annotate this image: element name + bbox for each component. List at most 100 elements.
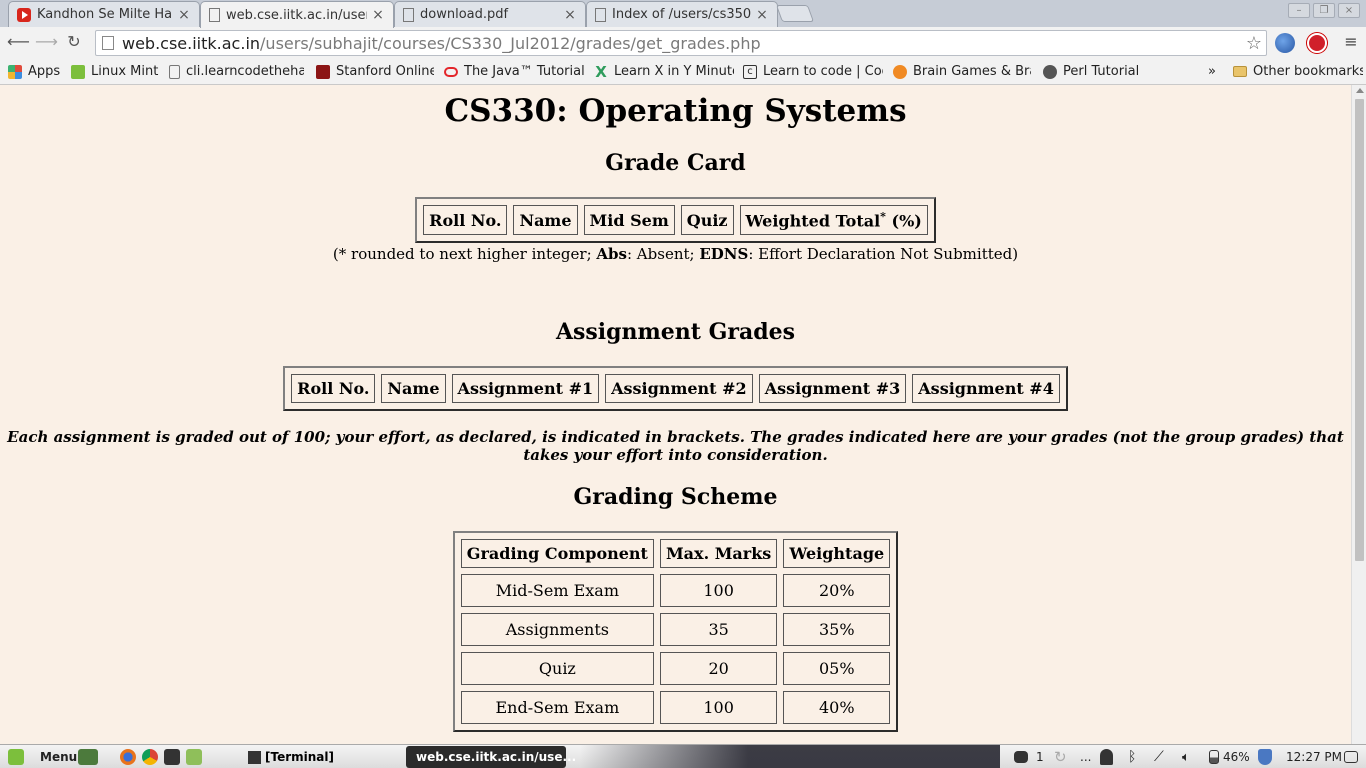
show-desktop-button[interactable] <box>78 747 102 767</box>
hamburger-menu-icon[interactable]: ≡ <box>1342 33 1360 51</box>
bookmark-brain-games[interactable]: Brain Games & Brai <box>893 62 1031 81</box>
vertical-scrollbar[interactable] <box>1351 85 1366 744</box>
close-icon[interactable]: × <box>371 7 385 23</box>
bookmark-learn-to-code[interactable]: c Learn to code | Cod <box>743 62 883 81</box>
bookmarks-overflow-button[interactable]: » <box>1208 62 1220 81</box>
back-button[interactable]: ⟵ <box>7 32 30 52</box>
table-row: Mid-Sem Exam 100 20% <box>460 574 891 607</box>
grading-scheme-heading: Grading Scheme <box>573 484 778 510</box>
new-tab-button[interactable] <box>775 5 815 22</box>
table-cell: Assignments <box>460 613 654 646</box>
stanford-icon <box>316 64 330 79</box>
power-extension-icon[interactable] <box>1307 33 1327 53</box>
column-header: Assignment #1 <box>451 374 600 403</box>
tab-youtube[interactable]: Kandhon Se Milte Hain × <box>8 1 200 27</box>
battery-applet[interactable]: 46% <box>1209 747 1250 767</box>
bookmark-label: Other bookmarks <box>1253 64 1363 79</box>
notifications-applet[interactable]: 1 <box>1014 747 1044 767</box>
table-cell: 35 <box>659 613 778 646</box>
window-label: [Terminal] <box>265 750 334 764</box>
update-applet[interactable]: ↻ <box>1054 747 1067 767</box>
column-header: Name <box>513 205 578 236</box>
bookmark-java-tutorials[interactable]: The Java™ Tutorials <box>444 62 584 81</box>
start-menu-button[interactable]: Menu <box>8 747 77 767</box>
launcher-terminal[interactable] <box>164 747 184 767</box>
tab-strip: Kandhon Se Milte Hain × web.cse.iitk.ac.… <box>0 0 1366 28</box>
network-applet[interactable]: ⟋ <box>1154 747 1164 767</box>
address-bar[interactable]: web.cse.iitk.ac.in/users/subhajit/course… <box>95 30 1267 56</box>
column-header: Assignment #2 <box>605 374 753 403</box>
volume-applet[interactable]: 🔈︎ <box>1182 747 1190 767</box>
header-suffix: (%) <box>891 211 922 231</box>
bookmark-star-icon[interactable]: ☆ <box>1246 33 1262 54</box>
taskbar-window-chrome[interactable]: web.cse.iitk.ac.in/use... <box>406 746 576 768</box>
page-icon <box>595 7 606 22</box>
bookmark-apps[interactable]: Apps <box>8 62 63 81</box>
bookmark-label: Apps <box>28 64 61 79</box>
table-row: End-Sem Exam 100 40% <box>460 691 891 724</box>
page-icon <box>169 64 180 79</box>
launcher-files[interactable] <box>186 747 206 767</box>
minimize-button[interactable]: – <box>1288 3 1310 18</box>
lumosity-icon <box>893 64 907 79</box>
close-icon[interactable]: × <box>177 7 191 23</box>
bookmark-label: cli.learncodethehar <box>186 64 304 79</box>
taskbar-window-terminal[interactable]: [Terminal] <box>242 746 402 768</box>
close-icon[interactable]: × <box>563 7 577 23</box>
user-icon <box>1100 749 1113 765</box>
close-icon[interactable]: × <box>755 7 769 23</box>
bookmark-perl-tutorial[interactable]: Perl Tutorial <box>1043 62 1143 81</box>
launcher-firefox[interactable] <box>120 747 140 767</box>
taskbar-wallpaper-strip <box>580 745 1000 768</box>
column-header: Grading Component <box>460 539 654 568</box>
user-applet[interactable] <box>1100 747 1117 767</box>
assignment-note: Each assignment is graded out of 100; yo… <box>7 428 1344 464</box>
scrollbar-thumb[interactable] <box>1355 99 1364 561</box>
chrome-icon <box>142 749 158 765</box>
scroll-up-arrow-icon[interactable] <box>1356 88 1364 93</box>
windows-icon <box>1344 751 1358 763</box>
page-viewport: CS330: Operating Systems Grade Card Roll… <box>0 85 1351 744</box>
browser-toolbar: ⟵ ⟶ ↻ web.cse.iitk.ac.in/users/subhajit/… <box>0 27 1366 58</box>
grading-scheme-table: Grading Component Max. Marks Weightage M… <box>452 531 899 732</box>
note-key: EDNS <box>699 245 749 263</box>
other-bookmarks-folder[interactable]: Other bookmarks <box>1233 62 1363 81</box>
close-window-button[interactable]: × <box>1338 3 1360 18</box>
overflow-applet[interactable]: ... <box>1080 747 1091 767</box>
clock-applet[interactable]: 12:27 PM <box>1286 747 1342 767</box>
bookmark-label: Learn X in Y Minute <box>614 64 734 79</box>
bookmark-stanford-online[interactable]: Stanford Online <box>316 62 434 81</box>
tab-grades[interactable]: web.cse.iitk.ac.in/users/ × <box>200 1 394 28</box>
tab-download-pdf[interactable]: download.pdf × <box>394 1 586 27</box>
column-header: Roll No. <box>291 374 376 403</box>
speaker-icon: 🔈︎ <box>1182 749 1190 765</box>
table-cell: 100 <box>659 691 778 724</box>
bluetooth-applet[interactable]: ᛒ <box>1128 747 1136 767</box>
chat-bubble-icon <box>1014 751 1028 763</box>
url-host: web.cse.iitk.ac.in <box>122 33 261 53</box>
window-list-applet[interactable] <box>1344 747 1362 767</box>
battery-percent: 46% <box>1223 750 1250 764</box>
restore-button[interactable]: ❐ <box>1313 3 1335 18</box>
codecademy-icon: c <box>743 64 757 79</box>
bookmark-label: Linux Mint <box>91 64 159 79</box>
bookmark-learncodethehardway[interactable]: cli.learncodethehar <box>169 62 304 81</box>
table-header-row: Grading Component Max. Marks Weightage <box>460 539 891 568</box>
tab-title: web.cse.iitk.ac.in/users/ <box>226 7 367 23</box>
system-taskbar: Menu [Terminal] web.cse.iitk.ac.in/use..… <box>0 744 1366 768</box>
bookmark-linux-mint[interactable]: Linux Mint <box>71 62 159 81</box>
column-header: Assignment #3 <box>758 374 907 403</box>
globe-extension-icon[interactable] <box>1275 33 1295 53</box>
youtube-icon <box>17 7 31 22</box>
forward-button[interactable]: ⟶ <box>35 32 58 52</box>
firefox-icon <box>120 749 136 765</box>
bookmark-learn-x-in-y[interactable]: X Learn X in Y Minute <box>594 62 734 81</box>
tab-index[interactable]: Index of /users/cs350/2 × <box>586 1 778 27</box>
column-header: Assignment #4 <box>912 374 1060 403</box>
info-applet[interactable] <box>1258 747 1276 767</box>
grade-card-note: (* rounded to next higher integer; Abs: … <box>0 245 1351 263</box>
launcher-chrome[interactable] <box>142 747 162 767</box>
table-header-row: Roll No. Name Assignment #1 Assignment #… <box>291 374 1060 403</box>
reload-button[interactable]: ↻ <box>64 32 84 52</box>
note-text: : Absent; <box>626 245 700 263</box>
